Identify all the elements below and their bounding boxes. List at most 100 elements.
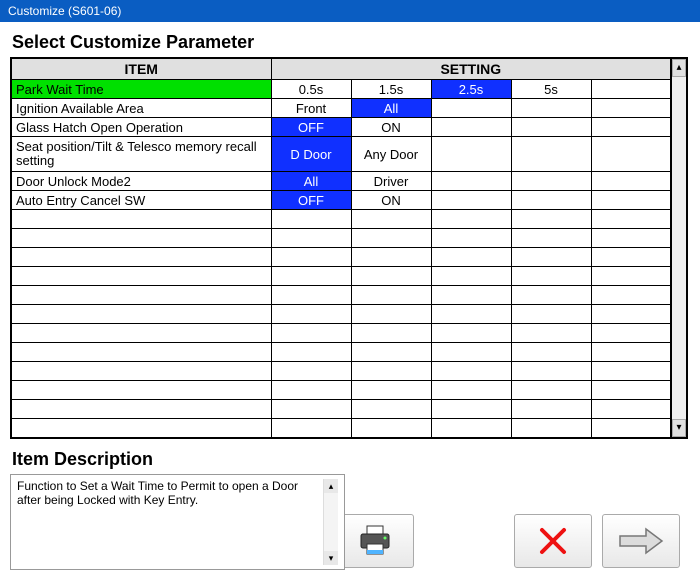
arrow-right-icon bbox=[616, 526, 666, 556]
setting-cell bbox=[431, 229, 511, 248]
description-scrollbar[interactable]: ▴ ▾ bbox=[323, 479, 338, 565]
setting-cell[interactable]: ON bbox=[351, 191, 431, 210]
table-row bbox=[11, 362, 671, 381]
setting-cell bbox=[511, 172, 591, 191]
setting-cell[interactable]: 1.5s bbox=[351, 80, 431, 99]
item-cell bbox=[11, 381, 271, 400]
item-cell[interactable]: Auto Entry Cancel SW bbox=[11, 191, 271, 210]
item-cell bbox=[11, 400, 271, 419]
setting-cell[interactable]: All bbox=[351, 99, 431, 118]
setting-cell bbox=[431, 286, 511, 305]
setting-cell bbox=[591, 99, 671, 118]
setting-cell bbox=[351, 267, 431, 286]
setting-cell bbox=[591, 419, 671, 439]
setting-cell[interactable]: All bbox=[271, 172, 351, 191]
desc-scroll-down-icon[interactable]: ▾ bbox=[324, 551, 338, 565]
setting-cell bbox=[511, 99, 591, 118]
setting-cell bbox=[431, 400, 511, 419]
table-row bbox=[11, 419, 671, 439]
item-cell[interactable]: Door Unlock Mode2 bbox=[11, 172, 271, 191]
table-row bbox=[11, 381, 671, 400]
setting-cell bbox=[511, 118, 591, 137]
setting-cell bbox=[591, 362, 671, 381]
close-icon bbox=[536, 524, 570, 558]
setting-cell[interactable]: D Door bbox=[271, 137, 351, 172]
setting-cell[interactable]: Any Door bbox=[351, 137, 431, 172]
item-cell[interactable]: Park Wait Time bbox=[11, 80, 271, 99]
print-button[interactable] bbox=[336, 514, 414, 568]
setting-cell bbox=[271, 400, 351, 419]
setting-cell bbox=[351, 305, 431, 324]
setting-cell bbox=[591, 80, 671, 99]
setting-cell bbox=[271, 419, 351, 439]
item-cell[interactable]: Glass Hatch Open Operation bbox=[11, 118, 271, 137]
setting-cell bbox=[271, 324, 351, 343]
setting-cell bbox=[511, 191, 591, 210]
setting-cell bbox=[591, 267, 671, 286]
table-row: Auto Entry Cancel SWOFFON bbox=[11, 191, 671, 210]
item-cell[interactable]: Ignition Available Area bbox=[11, 99, 271, 118]
table-row: Door Unlock Mode2AllDriver bbox=[11, 172, 671, 191]
item-cell bbox=[11, 419, 271, 439]
table-row bbox=[11, 229, 671, 248]
item-cell bbox=[11, 324, 271, 343]
description-box: Function to Set a Wait Time to Permit to… bbox=[10, 474, 345, 570]
setting-cell bbox=[591, 210, 671, 229]
setting-cell[interactable]: Driver bbox=[351, 172, 431, 191]
table-scrollbar[interactable]: ▴ ▾ bbox=[672, 57, 688, 439]
setting-cell bbox=[591, 229, 671, 248]
setting-cell bbox=[511, 343, 591, 362]
setting-cell bbox=[511, 286, 591, 305]
setting-cell bbox=[591, 324, 671, 343]
item-cell[interactable]: Seat position/Tilt & Telesco memory reca… bbox=[11, 137, 271, 172]
setting-cell[interactable]: OFF bbox=[271, 191, 351, 210]
setting-cell bbox=[431, 137, 511, 172]
table-row bbox=[11, 324, 671, 343]
setting-cell bbox=[431, 324, 511, 343]
setting-cell bbox=[271, 267, 351, 286]
setting-cell bbox=[271, 305, 351, 324]
table-row: Ignition Available AreaFrontAll bbox=[11, 99, 671, 118]
setting-cell[interactable]: Front bbox=[271, 99, 351, 118]
printer-icon bbox=[356, 524, 394, 558]
setting-cell bbox=[431, 191, 511, 210]
setting-cell[interactable]: 5s bbox=[511, 80, 591, 99]
desc-scroll-up-icon[interactable]: ▴ bbox=[324, 479, 338, 493]
setting-cell bbox=[431, 419, 511, 439]
setting-cell bbox=[511, 362, 591, 381]
grid-section-title: Select Customize Parameter bbox=[12, 32, 690, 53]
setting-cell bbox=[271, 362, 351, 381]
setting-cell bbox=[591, 286, 671, 305]
setting-cell bbox=[431, 118, 511, 137]
description-text: Function to Set a Wait Time to Permit to… bbox=[17, 479, 323, 565]
setting-cell bbox=[431, 305, 511, 324]
item-cell bbox=[11, 305, 271, 324]
setting-cell bbox=[351, 248, 431, 267]
setting-cell[interactable]: 2.5s bbox=[431, 80, 511, 99]
next-button[interactable] bbox=[602, 514, 680, 568]
table-row: Park Wait Time0.5s1.5s2.5s5s bbox=[11, 80, 671, 99]
setting-cell bbox=[351, 324, 431, 343]
setting-cell bbox=[591, 305, 671, 324]
item-cell bbox=[11, 229, 271, 248]
setting-cell bbox=[511, 400, 591, 419]
table-row: Seat position/Tilt & Telesco memory reca… bbox=[11, 137, 671, 172]
setting-cell bbox=[511, 381, 591, 400]
cancel-button[interactable] bbox=[514, 514, 592, 568]
item-cell bbox=[11, 267, 271, 286]
setting-cell bbox=[431, 343, 511, 362]
scroll-down-icon[interactable]: ▾ bbox=[672, 419, 686, 437]
scroll-up-icon[interactable]: ▴ bbox=[672, 59, 686, 77]
setting-cell[interactable]: OFF bbox=[271, 118, 351, 137]
setting-cell bbox=[431, 381, 511, 400]
table-row: Glass Hatch Open OperationOFFON bbox=[11, 118, 671, 137]
parameter-table: ITEMSETTINGPark Wait Time0.5s1.5s2.5s5sI… bbox=[10, 57, 672, 439]
setting-cell bbox=[351, 286, 431, 305]
setting-cell bbox=[431, 172, 511, 191]
setting-cell[interactable]: 0.5s bbox=[271, 80, 351, 99]
setting-cell[interactable]: ON bbox=[351, 118, 431, 137]
table-row bbox=[11, 400, 671, 419]
setting-cell bbox=[591, 172, 671, 191]
setting-cell bbox=[271, 286, 351, 305]
setting-cell bbox=[591, 191, 671, 210]
